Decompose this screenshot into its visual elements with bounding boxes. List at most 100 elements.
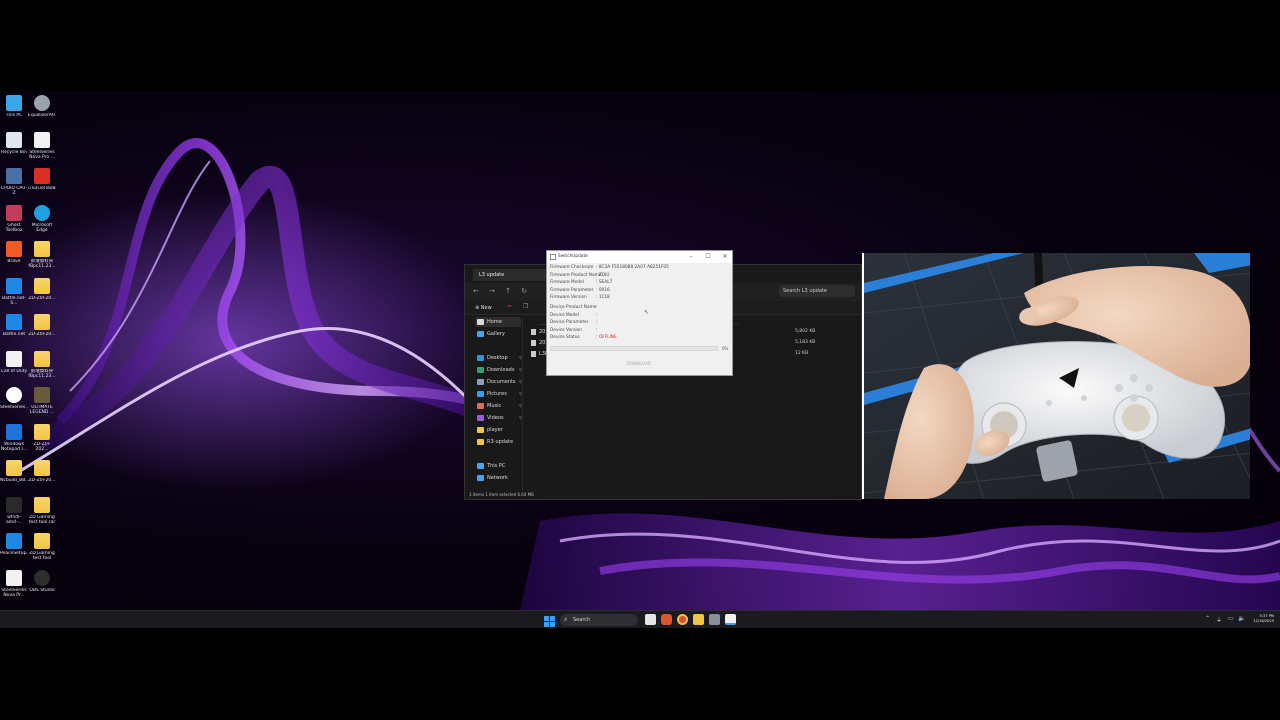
sidebar-item-videos[interactable]: Videos xyxy=(475,413,521,423)
recycle-bin-icon xyxy=(6,131,22,148)
minimize-icon[interactable]: – xyxy=(685,252,697,262)
gear-icon xyxy=(6,533,22,549)
sidebar-item-music[interactable]: Music xyxy=(475,401,521,411)
field-value: : xyxy=(596,327,598,333)
field-label: Firmware Parameter xyxy=(550,287,594,293)
cut-icon[interactable]: ✂ xyxy=(507,303,512,310)
dialog-title: SwitchUpdate xyxy=(558,254,588,259)
file-explorer-icon[interactable] xyxy=(693,614,704,625)
desktop-icon-item[interactable]: Battle.net xyxy=(0,314,28,342)
taskbar-search[interactable]: ⌕ Search xyxy=(560,614,638,626)
desktop-icon-item[interactable]: Microsoft Edge xyxy=(28,204,56,233)
desktop-icon-item[interactable]: wfndl-amd-... xyxy=(0,496,28,525)
chrome-icon[interactable] xyxy=(677,614,688,625)
documents-icon xyxy=(477,379,484,385)
desktop-icon-item[interactable]: ZD-Z0I-202... xyxy=(28,423,56,452)
chevron-up-icon[interactable]: ⌃ xyxy=(1205,615,1210,622)
taskbar: ⌕ Search ⌃ ⏚ ▭ 🔈 5:37 PM 12/16/2025 xyxy=(0,610,1280,628)
download-icon xyxy=(6,423,22,440)
desktop-icon-item[interactable]: Battle.net-S... xyxy=(0,277,28,306)
desktop-icon-item[interactable]: EqualizerAP... xyxy=(28,95,56,123)
desktop-icon-label: 新增資料夾 fBpc11.23... xyxy=(28,368,56,379)
desktop-icon-item[interactable]: OBS Studio xyxy=(28,569,56,598)
desktop-icon-item[interactable]: PeaceSetup... xyxy=(0,533,28,561)
usb-icon[interactable]: ⏚ xyxy=(1216,615,1222,624)
sidebar-item-home[interactable]: Home xyxy=(475,317,521,327)
dialog-field-row: Firmware Product Name: ZDIU xyxy=(550,273,609,280)
desktop-icon-item[interactable]: Windows Notepad I... xyxy=(0,423,28,452)
desktop-icon-item[interactable]: CPUID CPU-Z xyxy=(0,168,28,196)
brave-icon[interactable] xyxy=(661,614,672,625)
download-icon xyxy=(477,367,484,373)
app-icon xyxy=(550,254,556,260)
sidebar-item-label: Videos xyxy=(487,415,504,421)
folder-icon xyxy=(34,496,50,513)
desktop-icon-item[interactable]: Ncbuild_BB... xyxy=(0,460,28,488)
up-arrow-icon[interactable]: ↑ xyxy=(503,286,513,296)
explorer-tab[interactable]: L3 update xyxy=(473,269,553,281)
desktop-icon-label: EqualizerAP... xyxy=(28,113,56,118)
new-button[interactable]: ⊕ New xyxy=(471,303,496,313)
field-value: : ZDIU xyxy=(596,272,610,278)
desktop-icon-item[interactable]: SteelSeries Nova Pro ... xyxy=(28,131,56,160)
sidebar-item-gallery[interactable]: Gallery xyxy=(475,329,521,339)
desktop-icon-label: uTuFuelTaoB... xyxy=(28,186,56,191)
start-icon[interactable] xyxy=(544,614,555,627)
dialog-titlebar[interactable]: SwitchUpdate – ☐ ✕ xyxy=(547,251,732,263)
sidebar-item-pictures[interactable]: Pictures xyxy=(475,389,521,399)
taskbar-clock[interactable]: 5:37 PM 12/16/2025 xyxy=(1244,614,1274,624)
desktop-icon-item[interactable]: SteelSeries Nova Pr... xyxy=(0,569,28,598)
desktop-icon-item[interactable]: ZD Gaming test tool.rar xyxy=(28,496,56,525)
desktop-icon-item[interactable]: ZD Gaming test tool xyxy=(28,533,56,561)
explorer-search-input[interactable]: Search L3 update xyxy=(779,285,855,297)
battlenet-icon xyxy=(6,314,22,330)
sidebar-item-downloads[interactable]: Downloads xyxy=(475,365,521,375)
desktop-icon-item[interactable]: ULTIMATE LEGEND ... xyxy=(28,387,56,415)
cpuz-icon xyxy=(6,168,22,184)
desktop-icon-item[interactable]: Call of Duty xyxy=(0,350,28,379)
forward-arrow-icon[interactable]: → xyxy=(487,286,497,296)
desktop-icon-item[interactable]: 新增資料夾 fBpc11.23... xyxy=(28,350,56,379)
desktop-icon-item[interactable]: uTuFuelTaoB... xyxy=(28,168,56,196)
dialog-field-row: Firmware Parameter: 0016 xyxy=(550,288,610,295)
desktop-icon-item[interactable]: ZD-Z0I-20... xyxy=(28,460,56,488)
desktop-icon-item[interactable]: This PC xyxy=(0,95,28,123)
dialog-field-row: Firmware Model: SEAL7 xyxy=(550,280,612,287)
sidebar-item-label: player xyxy=(487,427,503,433)
desktop-icon-item[interactable]: Brave xyxy=(0,241,28,269)
desktop-icon-item[interactable]: Ghost Toolbox xyxy=(0,204,28,233)
folder-icon xyxy=(34,314,50,330)
desktop-icon-item[interactable]: SteelSeries... xyxy=(0,387,28,415)
switchupdate-icon[interactable] xyxy=(725,614,736,625)
desktop-icon-item[interactable]: ZD-Z0I-20... xyxy=(28,314,56,342)
pictures-icon xyxy=(477,391,484,397)
maximize-icon[interactable]: ☐ xyxy=(702,252,714,262)
close-icon[interactable]: ✕ xyxy=(719,252,731,262)
refresh-icon[interactable]: ↻ xyxy=(519,286,529,296)
desktop-icon-label: Call of Duty xyxy=(0,368,28,374)
network-icon[interactable]: ▭ xyxy=(1228,615,1234,622)
sidebar-item-player[interactable]: player xyxy=(475,425,521,435)
sidebar-item-desktop[interactable]: Desktop xyxy=(475,353,521,363)
taskbar-search-label: Search xyxy=(573,617,591,623)
sidebar-item-label: Network xyxy=(487,475,508,481)
switchupdate-dialog[interactable]: SwitchUpdate – ☐ ✕ Firmware Checksum: 8C… xyxy=(546,250,733,376)
gallery-icon xyxy=(477,331,484,337)
back-arrow-icon[interactable]: ← xyxy=(471,286,481,296)
desktop-icon-label: ZD-Z0I-20... xyxy=(28,478,56,483)
dialog-field-row: Device Status: OFFLINE xyxy=(550,335,617,342)
desktop-icon-label: Microsoft Edge xyxy=(31,222,53,233)
sidebar-item-this-pc[interactable]: This PC xyxy=(475,461,521,471)
app-icon[interactable] xyxy=(709,614,720,625)
desktop-icon-item[interactable]: 新增資料夾 fBpc11.23... xyxy=(28,241,56,269)
sidebar-item-network[interactable]: Network xyxy=(475,473,521,483)
desktop-icon-item[interactable]: ZD-Z0I-20... xyxy=(28,277,56,306)
download-button[interactable]: DOWNLOAD xyxy=(617,359,661,368)
dialog-field-row: Device Model: xyxy=(550,313,597,320)
task-view-icon[interactable] xyxy=(645,614,656,625)
sidebar-item-documents[interactable]: Documents xyxy=(475,377,521,387)
copy-icon[interactable]: ❐ xyxy=(523,303,528,310)
desktop-icon-label: Battle.net-S... xyxy=(2,295,26,306)
desktop-icon-item[interactable]: Recycle Bin xyxy=(0,131,28,160)
sidebar-item-r3-update[interactable]: R3-update xyxy=(475,437,521,447)
